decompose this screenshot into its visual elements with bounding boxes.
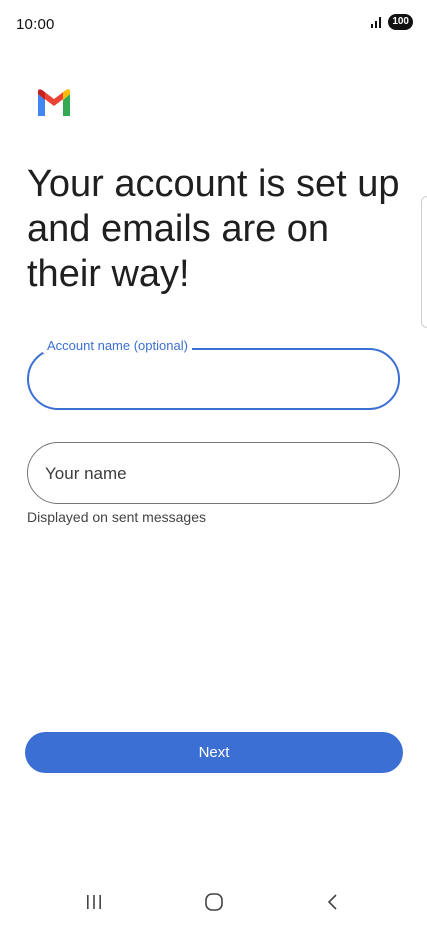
your-name-helper-text: Displayed on sent messages (27, 509, 206, 525)
home-button[interactable] (199, 890, 229, 914)
back-button[interactable] (318, 890, 348, 914)
edge-panel-handle[interactable] (421, 196, 427, 328)
account-name-input[interactable] (45, 350, 385, 408)
recents-icon (87, 895, 101, 909)
status-icons: 100 (370, 14, 413, 30)
your-name-input[interactable] (44, 443, 384, 503)
status-time: 10:00 (16, 16, 55, 33)
account-name-field[interactable]: Account name (optional) (27, 338, 400, 410)
recents-button[interactable] (79, 890, 109, 914)
home-icon (205, 893, 223, 911)
battery-indicator: 100 (388, 14, 413, 30)
gmail-logo-icon (38, 89, 70, 116)
your-name-field[interactable]: Your name (27, 442, 400, 504)
navigation-bar (0, 876, 427, 926)
screen: 10:00 100 Your account is set up and ema… (0, 0, 427, 926)
status-bar: 10:00 100 (0, 0, 427, 48)
next-button[interactable]: Next (25, 732, 403, 773)
signal-bars-icon (371, 17, 382, 28)
page-title: Your account is set up and emails are on… (27, 163, 400, 295)
back-icon (327, 894, 337, 910)
